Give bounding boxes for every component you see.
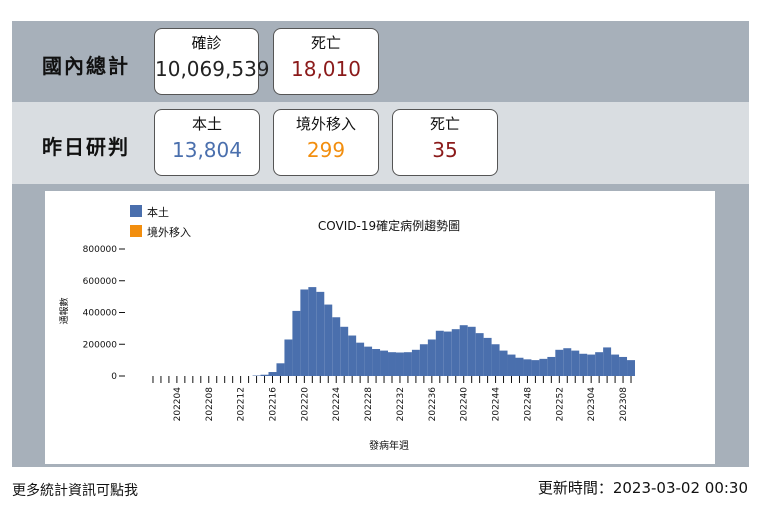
yesterday-local-title: 本土 [191, 115, 222, 133]
bar-local-202226 [348, 335, 357, 376]
total-label: 國內總計 [42, 54, 130, 78]
bar-local-202243 [483, 337, 492, 376]
bar-local-202222 [316, 291, 325, 376]
bar-local-202307 [611, 354, 620, 376]
bar-local-202216 [268, 372, 277, 376]
bar-local-202215 [260, 374, 269, 376]
bar-local-202249 [531, 360, 540, 376]
bar-local-202227 [356, 342, 365, 376]
bar-local-202236 [427, 339, 436, 376]
bar-local-202228 [364, 346, 373, 376]
yesterday-imported-value: 299 [306, 138, 346, 162]
y-tick-label: 600000 [83, 277, 118, 287]
bar-local-202247 [515, 357, 524, 376]
bar-local-202231 [388, 352, 396, 376]
total-deaths-card: 死亡 18,010 [273, 28, 379, 95]
x-tick-label: 202216 [268, 387, 278, 422]
x-tick-label: 202248 [523, 387, 533, 422]
total-row: 國內總計 確診 10,069,539 死亡 18,010 [12, 21, 749, 102]
bar-local-202225 [340, 326, 349, 376]
bar-local-202234 [411, 349, 420, 376]
y-tick-label: 0 [111, 372, 117, 382]
bar-local-202250 [539, 358, 548, 376]
bar-local-202221 [308, 287, 317, 376]
bar-local-202248 [523, 359, 532, 376]
yesterday-label: 昨日研判 [42, 135, 130, 159]
x-tick-label: 202224 [332, 387, 342, 422]
bar-local-202308 [619, 356, 628, 376]
bar-local-202232 [395, 352, 404, 376]
bar-local-202238 [443, 331, 452, 376]
y-tick-label: 200000 [83, 340, 118, 350]
bar-local-202220 [300, 289, 309, 376]
total-deaths-value: 18,010 [291, 57, 361, 81]
x-axis-label: 發病年週 [369, 439, 409, 452]
bar-local-202224 [332, 317, 341, 376]
bar-local-202251 [547, 356, 556, 376]
total-confirmed-card: 確診 10,069,539 [154, 28, 270, 95]
bar-local-202237 [435, 330, 444, 376]
bar-local-202230 [380, 350, 389, 376]
x-tick-label: 202220 [300, 387, 310, 422]
bar-local-202303 [579, 353, 588, 376]
yesterday-deaths-title: 死亡 [429, 115, 460, 133]
bar-local-202239 [451, 329, 460, 376]
bar-local-202223 [324, 304, 333, 376]
bar-local-202301 [563, 348, 572, 376]
legend-label-local: 本土 [147, 205, 169, 219]
x-tick-label: 202204 [173, 387, 183, 422]
bar-local-202306 [603, 347, 612, 376]
x-tick-label: 202252 [555, 387, 565, 421]
yesterday-deaths-value: 35 [432, 138, 458, 162]
bar-local-202246 [507, 354, 516, 376]
bar-local-202241 [467, 326, 476, 376]
bar-local-202309 [627, 360, 635, 376]
bar-local-202304 [587, 354, 596, 376]
yesterday-row: 昨日研判 本土 13,804 境外移入 299 死亡 35 [12, 102, 749, 184]
bar-local-202302 [571, 350, 580, 376]
x-tick-label: 202244 [492, 387, 502, 422]
legend-swatch-local [130, 205, 142, 217]
more-stats-link[interactable]: 更多統計資訊可點我 [12, 480, 138, 500]
yesterday-imported-title: 境外移入 [295, 115, 356, 133]
x-tick-label: 202208 [205, 387, 215, 422]
bar-local-202219 [292, 310, 301, 376]
bar-local-202233 [403, 352, 412, 376]
yesterday-local-value: 13,804 [172, 138, 242, 162]
bar-local-202242 [475, 333, 484, 376]
total-confirmed-title: 確診 [191, 34, 222, 52]
x-tick-label: 202308 [619, 387, 629, 422]
x-tick-label: 202228 [364, 387, 374, 422]
yesterday-imported-card: 境外移入 299 [273, 109, 379, 176]
total-confirmed-value: 10,069,539 [155, 57, 270, 81]
bar-local-202235 [419, 344, 428, 376]
legend-label-imported: 境外移入 [147, 225, 191, 239]
total-deaths-title: 死亡 [310, 34, 341, 52]
legend-swatch-imported [130, 225, 142, 237]
x-tick-label: 202236 [428, 387, 438, 422]
y-tick-label: 400000 [83, 309, 118, 319]
x-tick-label: 202240 [460, 387, 470, 422]
trend-chart-svg: 本土 境外移入 COVID-19確定病例趨勢圖 通報數 發病年週 0 200000… [58, 205, 635, 452]
yesterday-local-card: 本土 13,804 [154, 109, 260, 176]
bar-local-202218 [284, 339, 293, 376]
chart-title: COVID-19確定病例趨勢圖 [318, 218, 460, 233]
bar-local-202305 [595, 352, 604, 376]
y-axis-label: 通報數 [58, 297, 70, 324]
bar-local-202240 [459, 325, 468, 376]
x-tick-label: 202212 [237, 387, 247, 421]
trend-chart: 本土 境外移入 COVID-19確定病例趨勢圖 通報數 發病年週 0 200000… [45, 191, 715, 464]
yesterday-deaths-card: 死亡 35 [392, 109, 498, 176]
y-tick-label: 800000 [83, 245, 118, 255]
update-time: 更新時間：2023-03-02 00:30 [537, 479, 748, 497]
bar-local-202244 [491, 344, 500, 376]
bar-local-202252 [555, 349, 564, 376]
bar-local-202217 [276, 363, 285, 376]
bar-local-202245 [499, 350, 508, 376]
x-tick-label: 202304 [587, 387, 597, 422]
bar-local-202229 [372, 349, 381, 376]
x-tick-label: 202232 [396, 387, 406, 421]
